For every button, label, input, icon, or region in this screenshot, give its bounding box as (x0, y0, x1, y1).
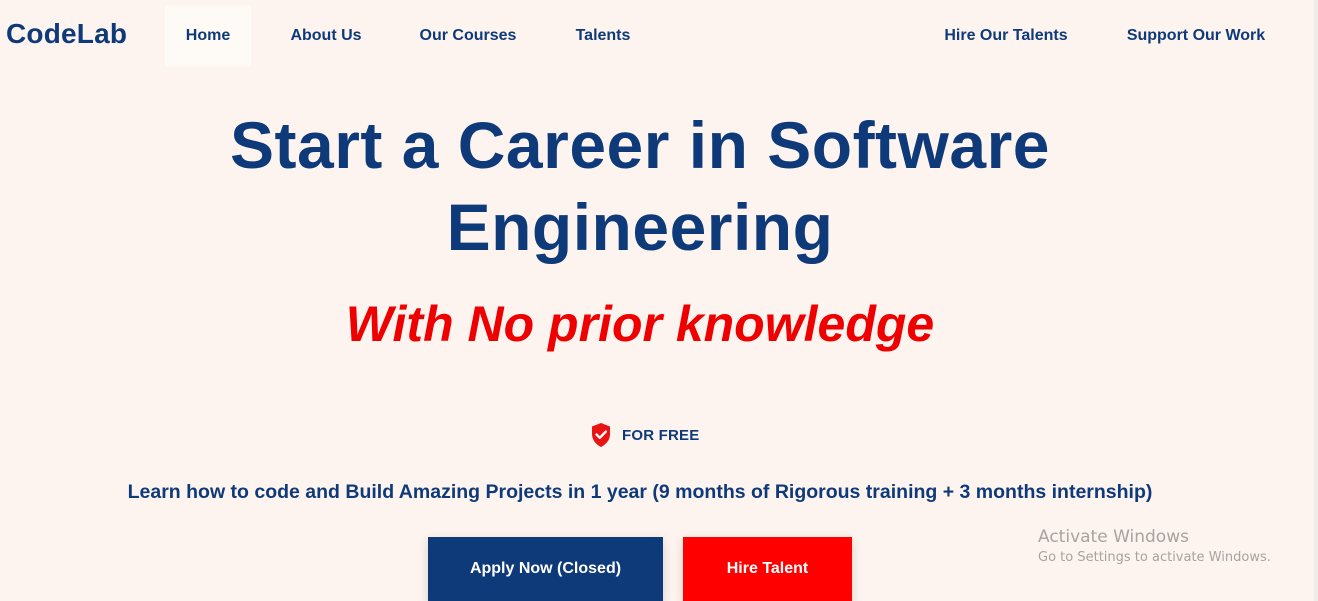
hero-description: Learn how to code and Build Amazing Proj… (127, 481, 1153, 503)
hero-subtitle: With No prior knowledge (345, 296, 935, 352)
nav-about-us[interactable]: About Us (282, 6, 370, 66)
free-label: FOR FREE (622, 426, 700, 444)
windows-activation-watermark: Activate Windows Go to Settings to activ… (1038, 526, 1271, 568)
nav-hire-our-talents[interactable]: Hire Our Talents (936, 6, 1076, 66)
nav-support-our-work[interactable]: Support Our Work (1118, 6, 1274, 66)
watermark-subtitle: Go to Settings to activate Windows. (1038, 550, 1271, 565)
hero-title: Start a Career in Software Engineering (230, 108, 1050, 264)
scrollbar[interactable] (1314, 0, 1318, 601)
nav-talents[interactable]: Talents (567, 6, 639, 66)
shield-check-icon (590, 422, 612, 448)
watermark-title: Activate Windows (1038, 527, 1189, 547)
hire-talent-button[interactable]: Hire Talent (683, 537, 852, 601)
brand-logo[interactable]: CodeLab (6, 18, 127, 50)
free-badge: FOR FREE (590, 421, 699, 449)
nav-our-courses[interactable]: Our Courses (412, 6, 524, 66)
apply-now-button[interactable]: Apply Now (Closed) (428, 537, 663, 601)
nav-home[interactable]: Home (165, 6, 251, 66)
landing-page: CodeLab Home About Us Our Courses Talent… (0, 0, 1318, 601)
